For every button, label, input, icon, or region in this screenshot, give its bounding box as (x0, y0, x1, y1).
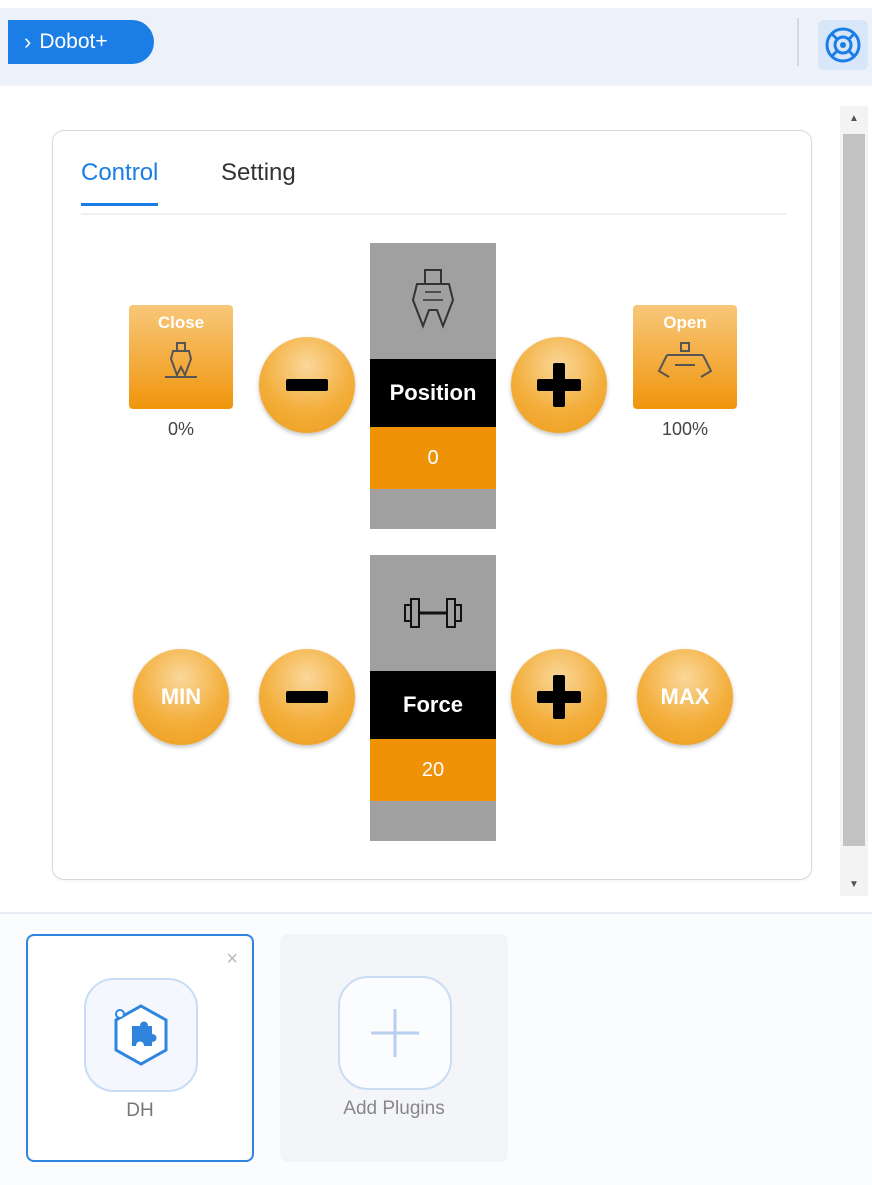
scrollbar[interactable]: ▲ ▼ (840, 106, 868, 896)
add-icon-frame (338, 976, 452, 1090)
plus-icon (537, 675, 581, 719)
plus-icon (371, 1009, 419, 1057)
dobot-plus-label: Dobot+ (39, 30, 108, 53)
plus-icon (537, 363, 581, 407)
scroll-up-arrow-icon[interactable]: ▲ (840, 106, 868, 130)
force-label: Force (370, 671, 496, 739)
gripper-open-icon (657, 342, 713, 378)
plugin-icon-frame (84, 978, 198, 1092)
force-column: Force 20 (370, 555, 496, 841)
force-max-button[interactable]: MAX (637, 649, 733, 745)
support-button[interactable] (818, 20, 868, 70)
position-increase-button[interactable] (511, 337, 607, 433)
minus-icon (286, 379, 328, 391)
gripper-control-panel: Control Setting Close 0% Position 0 Open (52, 130, 812, 880)
gripper-closed-icon (165, 342, 197, 378)
close-percent: 0% (167, 419, 194, 439)
position-decrease-button[interactable] (259, 337, 355, 433)
position-column: Position 0 (370, 243, 496, 529)
tab-bar: Control Setting (81, 155, 786, 215)
min-label: MIN (160, 684, 202, 709)
plugin-label-dh: DH (126, 1100, 154, 1121)
position-label: Position (370, 359, 496, 427)
top-bar: › Dobot+ (0, 8, 872, 86)
force-increase-button[interactable] (511, 649, 607, 745)
close-gripper-button[interactable]: Close (129, 305, 233, 409)
minus-icon (286, 691, 328, 703)
puzzle-piece-icon (114, 1004, 168, 1066)
header-divider (797, 18, 799, 66)
dumbbell-icon (404, 598, 462, 628)
open-percent: 100% (661, 419, 709, 439)
force-decrease-button[interactable] (259, 649, 355, 745)
add-plugins-button[interactable]: Add Plugins (280, 934, 508, 1162)
gripper-icon (411, 269, 455, 329)
position-icon-area (370, 243, 496, 359)
scrollbar-thumb[interactable] (843, 134, 865, 846)
close-icon[interactable]: × (226, 948, 238, 971)
force-min-button[interactable]: MIN (133, 649, 229, 745)
force-value: 20 (370, 739, 496, 801)
open-gripper-button[interactable]: Open (633, 305, 737, 409)
chevron-right-icon: › (24, 29, 32, 54)
lifebuoy-icon (825, 27, 861, 63)
plugin-card-dh[interactable]: × DH (26, 934, 254, 1162)
dobot-plus-button[interactable]: › Dobot+ (8, 20, 154, 64)
force-icon-area (370, 555, 496, 671)
tab-setting[interactable]: Setting (221, 159, 296, 203)
tab-control[interactable]: Control (81, 159, 159, 206)
close-label: Close (157, 313, 205, 332)
position-value: 0 (370, 427, 496, 489)
scroll-down-arrow-icon[interactable]: ▼ (840, 872, 868, 896)
add-plugins-label: Add Plugins (343, 1098, 445, 1119)
open-label: Open (663, 313, 707, 332)
max-label: MAX (660, 684, 710, 709)
